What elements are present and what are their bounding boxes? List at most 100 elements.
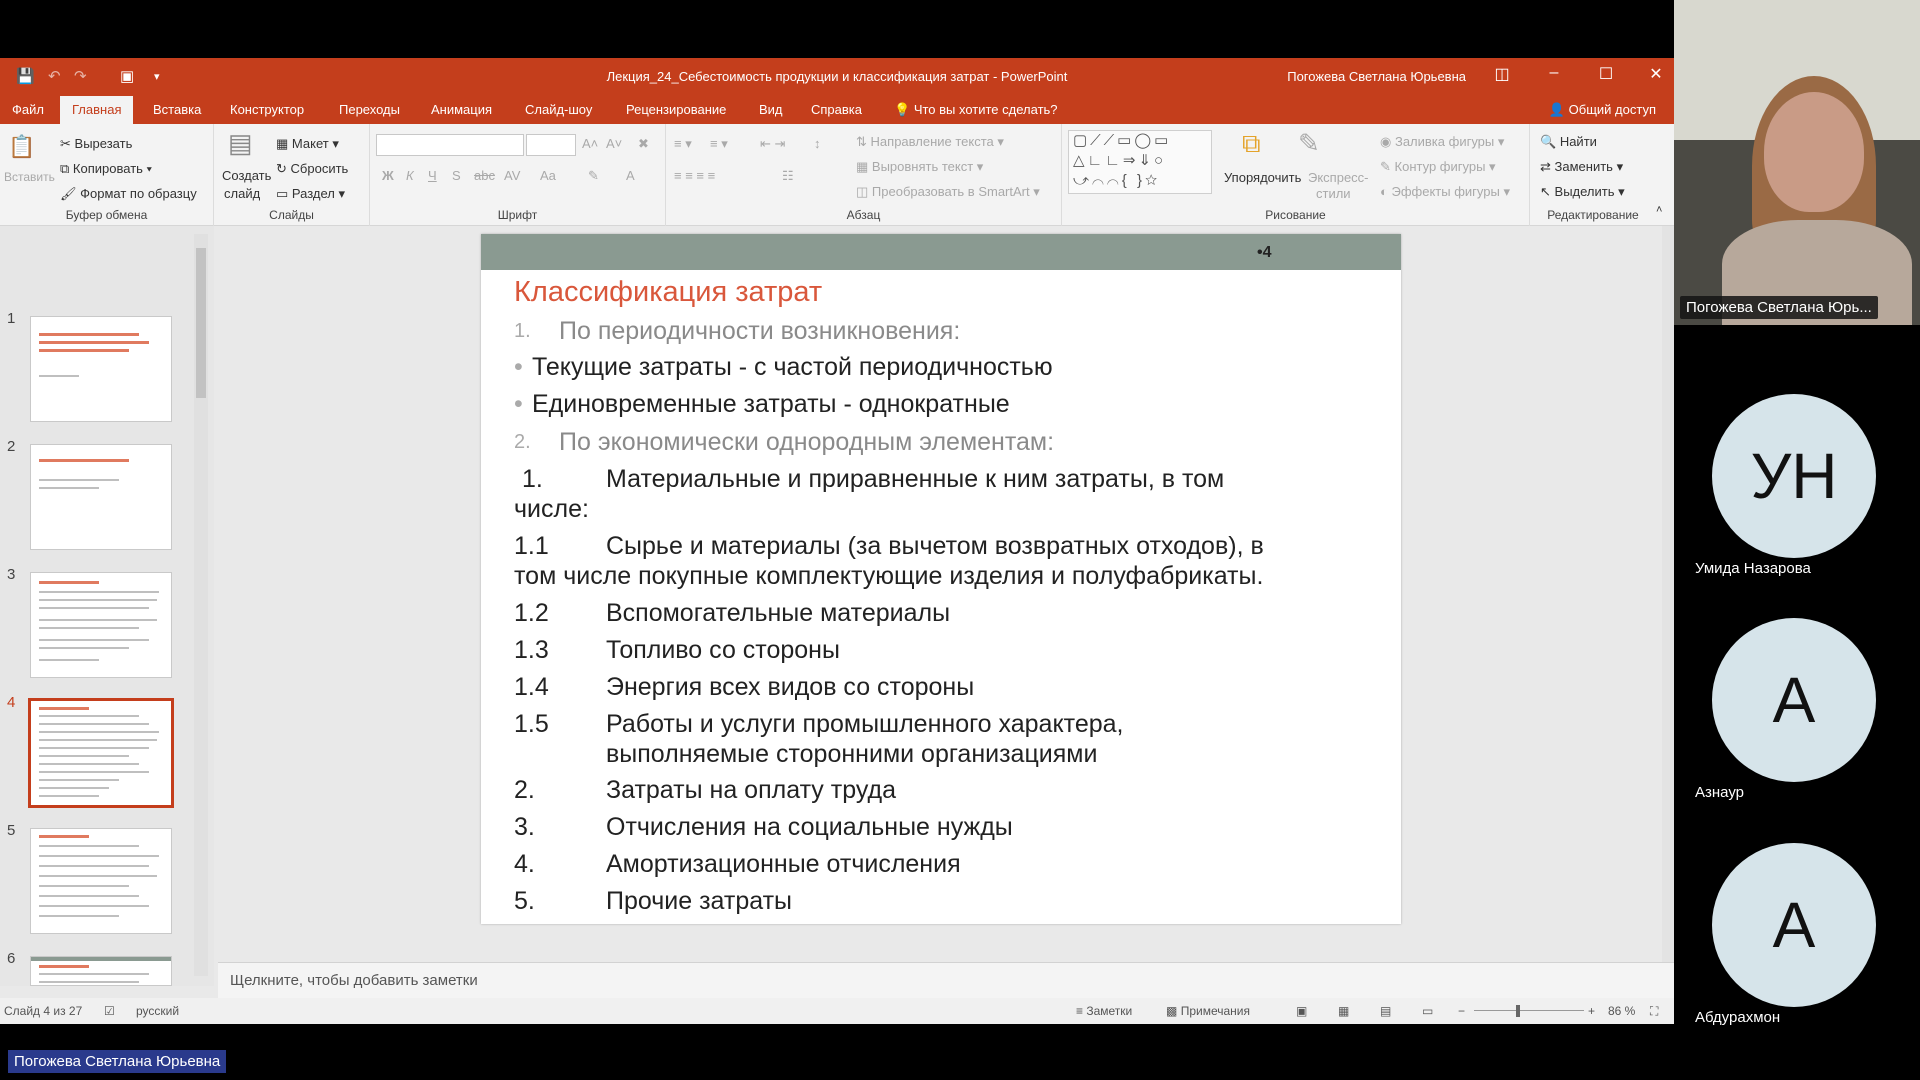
section-button[interactable]: ▭ Раздел ▾ bbox=[276, 186, 345, 202]
highlight-icon[interactable]: ✎ bbox=[588, 168, 599, 184]
fit-slide-icon[interactable]: ⛶ bbox=[1650, 1004, 1658, 1019]
slide-thumbnail-3[interactable] bbox=[30, 572, 172, 678]
shapes-gallery[interactable]: ▢⟋⟋▭◯▭ △∟∟⇒⇓○ ⤻⌒⌒{ }☆ bbox=[1068, 130, 1212, 194]
arrange-icon[interactable]: ⧉ bbox=[1242, 128, 1261, 160]
shadow-button[interactable]: S bbox=[452, 168, 461, 183]
slide-title[interactable]: Классификация затрат bbox=[514, 276, 822, 309]
grow-font-icon[interactable]: A˄ bbox=[582, 136, 598, 151]
cut-button[interactable]: ✂ Вырезать bbox=[60, 136, 132, 152]
change-case-button[interactable]: Aa bbox=[540, 168, 556, 183]
maximize-button[interactable]: ☐ bbox=[1586, 64, 1626, 84]
paste-icon[interactable]: 📋 bbox=[8, 134, 35, 160]
columns-icon[interactable]: ☷ bbox=[782, 168, 794, 184]
shape-fill-button[interactable]: ◉ Заливка фигуры ▾ bbox=[1380, 134, 1504, 150]
zoom-out-icon[interactable]: − bbox=[1458, 1004, 1465, 1018]
thumb-text-line bbox=[39, 895, 139, 897]
tab-insert[interactable]: Вставка bbox=[141, 96, 213, 124]
clear-format-icon[interactable]: ✖ bbox=[638, 136, 649, 152]
quick-styles-icon[interactable]: ✎ bbox=[1298, 128, 1320, 159]
tab-view[interactable]: Вид bbox=[747, 96, 795, 124]
ribbon-display-icon[interactable]: ◫ bbox=[1482, 64, 1522, 84]
current-slide[interactable]: •4 Классификация затрат 1. По периодично… bbox=[481, 234, 1401, 924]
text-direction-button[interactable]: ⇅ Направление текста ▾ bbox=[856, 134, 1004, 150]
slide-thumbnail-2[interactable] bbox=[30, 444, 172, 550]
participant-avatar[interactable]: А bbox=[1712, 618, 1876, 782]
line-spacing-icon[interactable]: ↕ bbox=[814, 136, 821, 151]
shrink-font-icon[interactable]: A˅ bbox=[606, 136, 622, 151]
line-continuation: том числе покупные комплектующие изделия… bbox=[514, 562, 1264, 590]
underline-button[interactable]: Ч bbox=[428, 168, 437, 183]
tab-animations[interactable]: Анимация bbox=[419, 96, 504, 124]
layout-button[interactable]: ▦ Макет ▾ bbox=[276, 136, 339, 152]
tell-me-box[interactable]: 💡 Что вы хотите сделать? bbox=[882, 96, 1070, 124]
zoom-in-icon[interactable]: + bbox=[1588, 1004, 1595, 1018]
indent-icon[interactable]: ⇤ ⇥ bbox=[760, 136, 785, 152]
shape-outline-button[interactable]: ✎ Контур фигуры ▾ bbox=[1380, 159, 1496, 175]
reading-view-icon[interactable]: ▤ bbox=[1380, 1004, 1391, 1018]
tab-help[interactable]: Справка bbox=[799, 96, 874, 124]
slide-line: 1.5 Работы и услуги промышленного характ… bbox=[514, 709, 1374, 769]
close-button[interactable]: ✕ bbox=[1636, 64, 1674, 84]
font-group: A˄ A˅ ✖ Ж К Ч S abc AV Aa ✎ A Шрифт bbox=[370, 124, 666, 226]
arrange-button[interactable]: Упорядочить bbox=[1224, 170, 1301, 185]
quick-styles-label-1[interactable]: Экспресс- bbox=[1308, 170, 1369, 185]
quick-styles-label-2[interactable]: стили bbox=[1316, 186, 1351, 201]
zoom-slider-thumb[interactable] bbox=[1516, 1005, 1520, 1017]
participant-avatar[interactable]: УН bbox=[1712, 394, 1876, 558]
tab-file[interactable]: Файл bbox=[0, 96, 56, 124]
notes-pane[interactable]: Щелкните, чтобы добавить заметки bbox=[218, 962, 1674, 998]
paste-button[interactable]: Вставить bbox=[4, 170, 55, 184]
slide-scrollbar[interactable] bbox=[1662, 226, 1674, 962]
participant-avatar[interactable]: А bbox=[1712, 843, 1876, 1007]
collapse-ribbon-icon[interactable]: ˄ bbox=[1656, 204, 1662, 216]
align-text-button[interactable]: ▦ Выровнять текст ▾ bbox=[856, 159, 983, 175]
smartart-button[interactable]: ◫ Преобразовать в SmartArt ▾ bbox=[856, 184, 1040, 200]
reset-button[interactable]: ↻ Сбросить bbox=[276, 161, 348, 177]
replace-button[interactable]: ⇄ Заменить ▾ bbox=[1540, 159, 1623, 175]
tab-review[interactable]: Рецензирование bbox=[614, 96, 738, 124]
char-spacing-button[interactable]: AV bbox=[504, 168, 520, 183]
normal-view-icon[interactable]: ▣ bbox=[1296, 1004, 1307, 1018]
signed-in-user[interactable]: Погожева Светлана Юрьевна bbox=[1287, 69, 1466, 84]
numbering-icon[interactable]: ≡ ▾ bbox=[710, 136, 728, 152]
font-color-icon[interactable]: A bbox=[626, 168, 635, 183]
slide-thumbnail-1[interactable] bbox=[30, 316, 172, 422]
accessibility-icon[interactable]: ☑ bbox=[104, 1004, 115, 1018]
zoom-slider[interactable] bbox=[1474, 1010, 1584, 1011]
minimize-button[interactable]: – bbox=[1534, 64, 1574, 82]
italic-button[interactable]: К bbox=[406, 168, 414, 183]
comments-toggle[interactable]: ▩ Примечания bbox=[1166, 1004, 1250, 1018]
slide-thumbnail-6[interactable] bbox=[30, 956, 172, 986]
tab-design[interactable]: Конструктор bbox=[218, 96, 316, 124]
align-icons[interactable]: ≡ ≡ ≡ ≡ bbox=[674, 168, 715, 183]
strikethrough-button[interactable]: abc bbox=[474, 168, 495, 183]
tab-slideshow[interactable]: Слайд-шоу bbox=[513, 96, 604, 124]
new-slide-label-2[interactable]: слайд bbox=[224, 186, 260, 201]
notes-placeholder[interactable]: Щелкните, чтобы добавить заметки bbox=[230, 972, 478, 989]
presenter-video[interactable]: Погожева Светлана Юрь... bbox=[1674, 0, 1920, 325]
language-indicator[interactable]: русский bbox=[136, 1004, 179, 1018]
slide-thumbnail-5[interactable] bbox=[30, 828, 172, 934]
slide-thumbnail-4[interactable] bbox=[28, 698, 174, 808]
select-button[interactable]: ↖ Выделить ▾ bbox=[1540, 184, 1625, 200]
font-name-field[interactable] bbox=[376, 134, 524, 156]
format-painter-button[interactable]: 🖌 Формат по образцу bbox=[60, 186, 197, 202]
bullets-icon[interactable]: ≡ ▾ bbox=[674, 136, 692, 152]
new-slide-label-1[interactable]: Создать bbox=[222, 168, 271, 183]
zoom-level[interactable]: 86 % bbox=[1608, 1004, 1635, 1018]
scrollbar-thumb[interactable] bbox=[196, 248, 206, 398]
new-slide-icon[interactable]: ▤ bbox=[228, 128, 253, 159]
share-button[interactable]: 👤 Общий доступ bbox=[1549, 96, 1656, 124]
person-icon: 👤 bbox=[1548, 102, 1566, 117]
font-size-field[interactable] bbox=[526, 134, 576, 156]
slideshow-view-icon[interactable]: ▭ bbox=[1422, 1004, 1433, 1018]
tab-home[interactable]: Главная bbox=[60, 96, 134, 124]
copy-button[interactable]: ⧉ Копировать ▾ bbox=[60, 161, 152, 177]
shape-effects-button[interactable]: ◐ Эффекты фигуры ▾ bbox=[1380, 184, 1510, 200]
bold-button[interactable]: Ж bbox=[382, 168, 394, 183]
find-button[interactable]: 🔍 Найти bbox=[1540, 134, 1597, 150]
thumbnails-scrollbar[interactable] bbox=[194, 234, 208, 976]
tab-transitions[interactable]: Переходы bbox=[327, 96, 412, 124]
slide-sorter-icon[interactable]: ▦ bbox=[1338, 1004, 1349, 1018]
notes-toggle[interactable]: ≡ Заметки bbox=[1076, 1004, 1132, 1018]
